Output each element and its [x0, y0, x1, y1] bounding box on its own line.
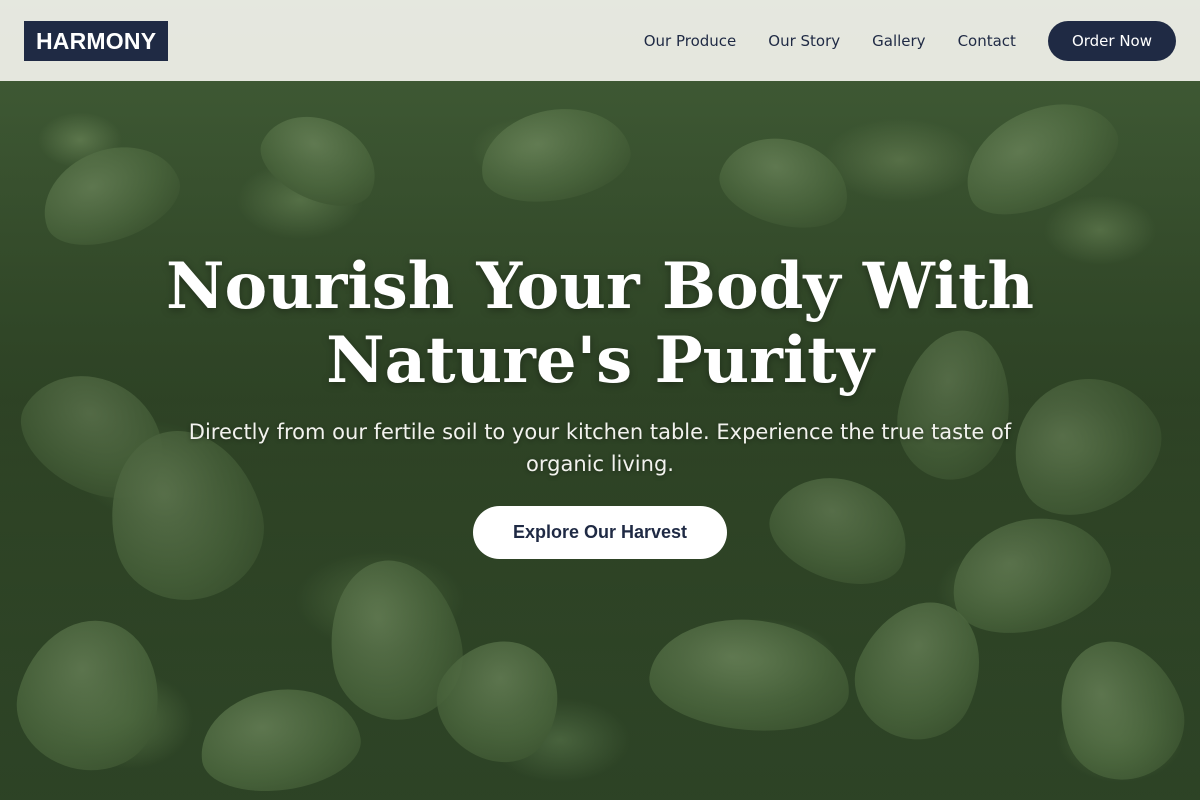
landing-page: HARMONY Our Produce Our Story Gallery Co…	[0, 0, 1200, 800]
nav-link-gallery[interactable]: Gallery	[872, 32, 925, 50]
hero-title: Nourish Your Body With Nature's Purity	[165, 249, 1035, 398]
site-header: HARMONY Our Produce Our Story Gallery Co…	[0, 0, 1200, 81]
brand-logo[interactable]: HARMONY	[24, 20, 169, 61]
main-nav: Our Produce Our Story Gallery Contact Or…	[644, 20, 1176, 61]
explore-harvest-button[interactable]: Explore Our Harvest	[472, 506, 728, 559]
nav-link-contact[interactable]: Contact	[958, 32, 1016, 50]
nav-link-our-story[interactable]: Our Story	[768, 32, 840, 50]
nav-link-our-produce[interactable]: Our Produce	[644, 32, 737, 50]
hero-subtitle: Directly from our fertile soil to your k…	[188, 420, 1012, 476]
hero-section: Nourish Your Body With Nature's Purity D…	[0, 250, 1200, 559]
order-now-button[interactable]: Order Now	[1047, 20, 1176, 61]
